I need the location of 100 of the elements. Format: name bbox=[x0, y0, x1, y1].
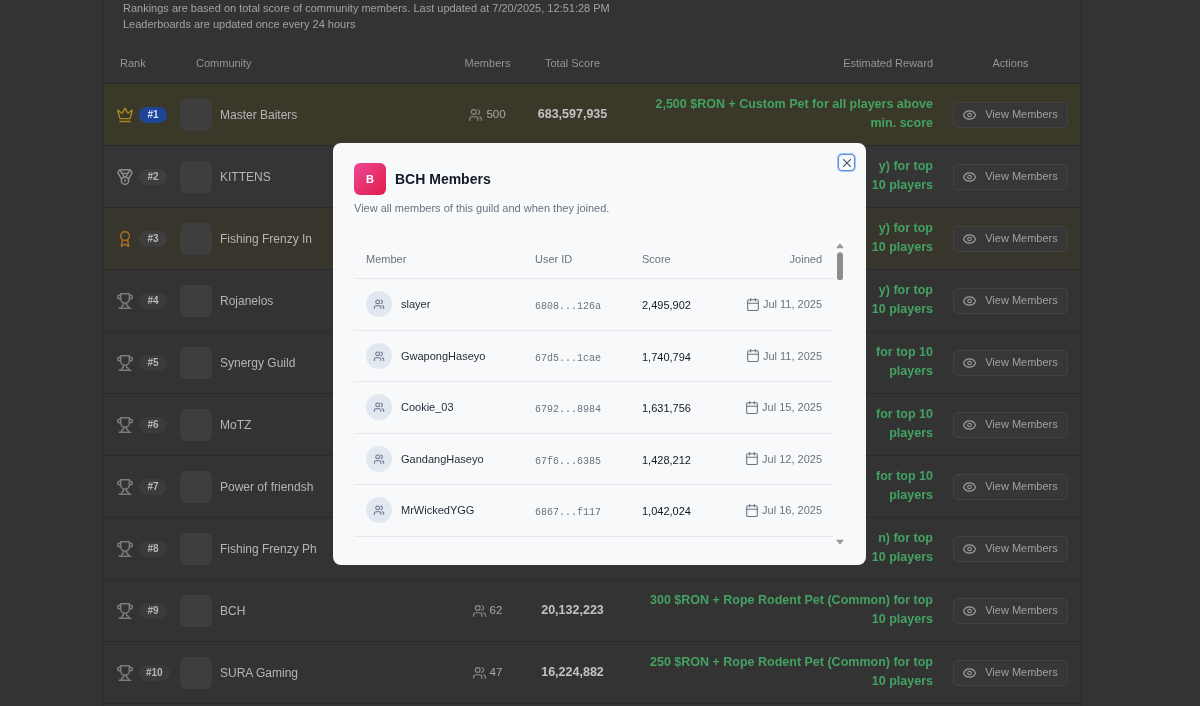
join-date: Jul 16, 2025 bbox=[762, 503, 822, 518]
member-count: 500 bbox=[486, 106, 506, 122]
trophy-icon bbox=[117, 540, 133, 557]
trophy-icon bbox=[117, 292, 133, 309]
eye-icon bbox=[963, 357, 977, 368]
member-name: GandangHaseyo bbox=[401, 451, 484, 467]
join-date: Jul 11, 2025 bbox=[762, 348, 822, 364]
dialog-subtitle: View all members of this guild and when they joined. bbox=[354, 201, 611, 215]
eye-icon bbox=[963, 419, 977, 430]
users-icon bbox=[366, 342, 392, 369]
info-text: Rankings are based on total score of community members. Last updated at 7/20/2025, 12:51:28 PM bbox=[123, 1, 611, 16]
reward-text: y) for top 10 players bbox=[871, 158, 933, 194]
trophy-icon bbox=[117, 602, 133, 619]
view-members-button[interactable]: View Members bbox=[953, 349, 1068, 376]
join-date: Jul 11, 2025 bbox=[762, 297, 822, 312]
trophy-icon bbox=[117, 354, 133, 371]
view-members-button[interactable]: View Members bbox=[953, 473, 1068, 500]
rank-badge: #8 bbox=[139, 540, 167, 557]
eye-icon bbox=[963, 109, 977, 120]
view-members-button[interactable]: View Members bbox=[953, 659, 1068, 686]
column-header: Community bbox=[196, 57, 252, 70]
total-score: 16,224,882 bbox=[541, 665, 604, 680]
view-members-button[interactable]: View Members bbox=[953, 163, 1068, 190]
eye-icon bbox=[963, 543, 977, 554]
view-members-button[interactable]: View Members bbox=[953, 597, 1068, 624]
column-header: Members bbox=[464, 57, 511, 70]
view-members-button[interactable]: View Members bbox=[953, 411, 1068, 438]
community-name: SURA Gaming bbox=[220, 664, 299, 682]
users-icon bbox=[366, 445, 392, 472]
rank-badge: #6 bbox=[139, 416, 167, 433]
users-icon bbox=[472, 666, 486, 679]
users-icon bbox=[472, 604, 486, 617]
column-header: Member bbox=[366, 252, 407, 265]
rank-badge: #4 bbox=[139, 292, 167, 309]
member-count: 62 bbox=[489, 602, 503, 618]
community-name: Fishing Frenzy In bbox=[220, 230, 313, 248]
scrollbar[interactable] bbox=[835, 243, 845, 545]
eye-icon bbox=[963, 605, 977, 616]
member-name: Cookie_03 bbox=[401, 400, 454, 415]
eye-icon bbox=[963, 481, 977, 492]
view-members-button[interactable]: View Members bbox=[953, 287, 1068, 314]
member-score: 1,740,794 bbox=[642, 350, 691, 363]
view-members-button[interactable]: View Members bbox=[953, 101, 1068, 128]
crown-icon bbox=[117, 106, 133, 123]
trophy-icon bbox=[117, 478, 133, 495]
user-id: 67d5...1cae bbox=[535, 352, 601, 364]
users-icon bbox=[366, 497, 392, 524]
community-name: Fishing Frenzy Ph bbox=[220, 540, 317, 558]
eye-icon bbox=[963, 171, 977, 182]
eye-icon bbox=[963, 295, 977, 306]
rank-badge: #1 bbox=[139, 106, 167, 123]
user-id: 6808...126a bbox=[535, 301, 601, 313]
award-icon bbox=[117, 230, 133, 247]
community-name: Master Baiters bbox=[220, 106, 298, 124]
column-header: Actions bbox=[992, 57, 1029, 70]
calendar-icon bbox=[746, 452, 759, 466]
column-header: Estimated Reward bbox=[843, 57, 933, 70]
join-date: Jul 15, 2025 bbox=[762, 400, 822, 415]
close-button[interactable] bbox=[838, 154, 855, 171]
calendar-icon bbox=[746, 400, 759, 414]
community-name: KITTENS bbox=[220, 168, 271, 186]
info-text: Leaderboards are updated once every 24 hours bbox=[123, 17, 357, 32]
eye-icon bbox=[963, 233, 977, 244]
rank-badge: #7 bbox=[139, 478, 167, 495]
guild-avatar: B bbox=[354, 163, 386, 195]
reward-text: 300 $RON + Rope Rodent Pet (Common) for top 10 players bbox=[650, 592, 933, 628]
users-icon bbox=[366, 291, 392, 318]
reward-text: y) for top 10 players bbox=[871, 220, 933, 256]
member-count: 47 bbox=[489, 664, 503, 680]
column-header: User ID bbox=[535, 252, 573, 265]
column-header: Rank bbox=[120, 57, 146, 70]
total-score: 20,132,223 bbox=[541, 603, 604, 618]
close-icon bbox=[842, 158, 851, 167]
reward-text: y) for top 10 players bbox=[871, 282, 933, 318]
trophy-icon bbox=[117, 416, 133, 433]
view-members-button[interactable]: View Members bbox=[953, 225, 1068, 252]
column-header: Total Score bbox=[545, 57, 600, 70]
medal-icon bbox=[117, 168, 133, 185]
eye-icon bbox=[963, 667, 977, 678]
user-id: 67f6...6385 bbox=[535, 455, 601, 467]
calendar-icon bbox=[746, 349, 759, 363]
reward-text: for top 10 players bbox=[876, 344, 933, 380]
member-score: 1,428,212 bbox=[642, 453, 691, 466]
community-name: Rojanelos bbox=[220, 292, 274, 310]
member-score: 1,631,756 bbox=[642, 402, 691, 415]
view-members-button[interactable]: View Members bbox=[953, 535, 1068, 562]
reward-text: 250 $RON + Rope Rodent Pet (Common) for top 10 players bbox=[650, 654, 933, 690]
rank-badge: #5 bbox=[139, 354, 167, 371]
calendar-icon bbox=[746, 503, 759, 517]
reward-text: for top 10 players bbox=[876, 468, 933, 504]
join-date: Jul 12, 2025 bbox=[762, 451, 822, 467]
rank-badge: #9 bbox=[139, 602, 167, 619]
member-score: 1,042,024 bbox=[642, 505, 691, 518]
rank-badge: #2 bbox=[139, 168, 167, 185]
rank-badge: #3 bbox=[139, 230, 167, 247]
user-id: 6867...f117 bbox=[535, 507, 601, 519]
dialog-title: BCH Members bbox=[395, 169, 491, 189]
member-name: MrWickedYGG bbox=[401, 503, 475, 518]
users-icon bbox=[469, 108, 483, 121]
member-score: 2,495,902 bbox=[642, 299, 691, 312]
